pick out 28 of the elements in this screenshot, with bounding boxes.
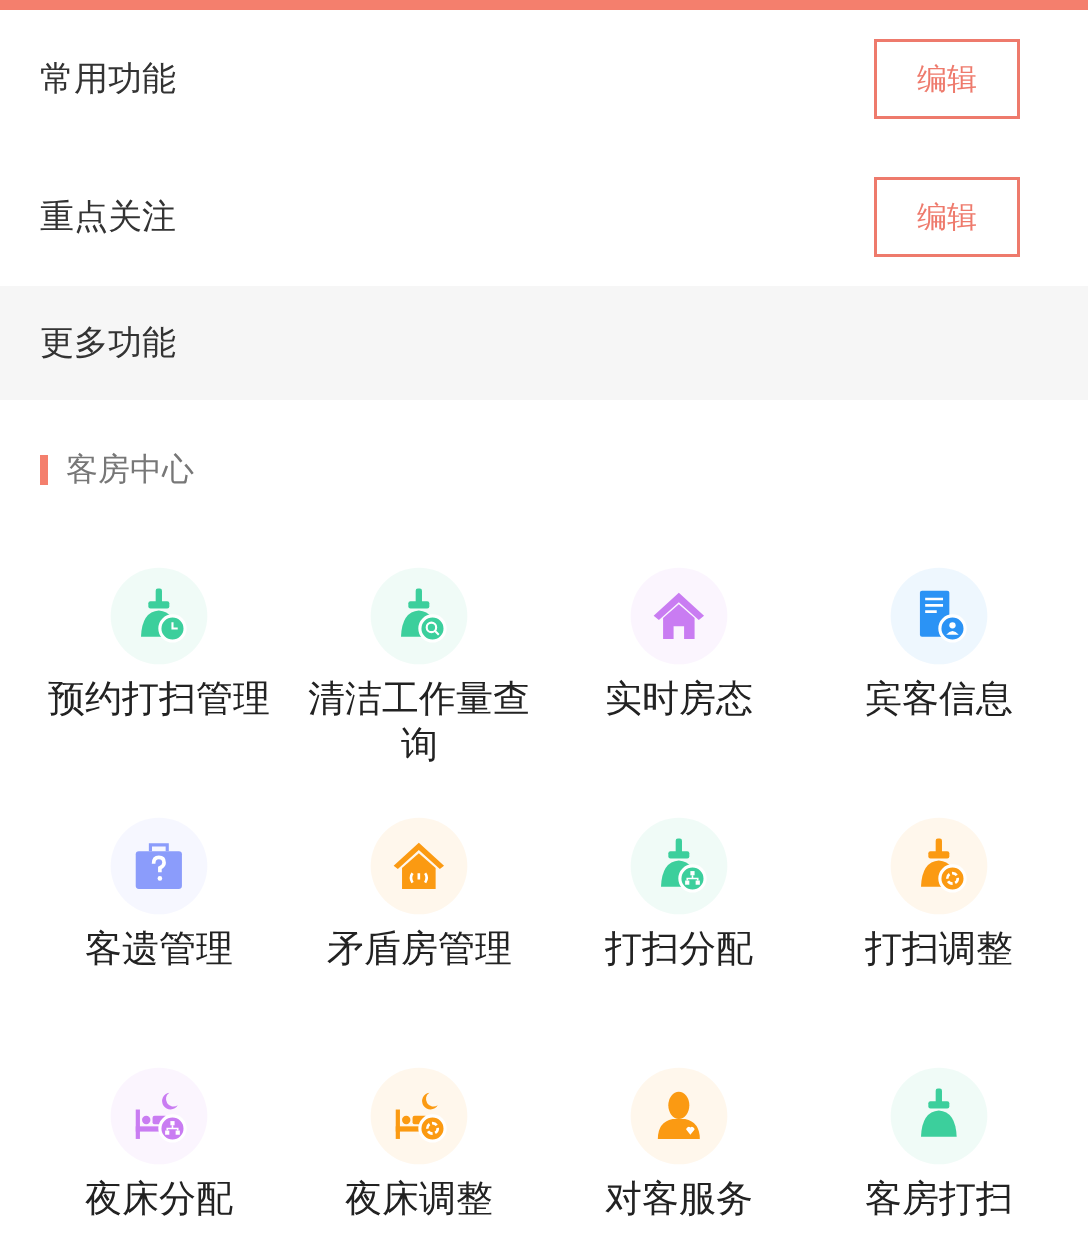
function-label[interactable]: 预约打扫管理 — [48, 676, 270, 722]
group-title: 客房中心 — [66, 449, 194, 490]
house-icon[interactable] — [629, 566, 729, 666]
broom-network-icon[interactable] — [629, 816, 729, 916]
document-person-icon[interactable] — [889, 566, 989, 666]
function-label[interactable]: 打扫调整 — [865, 926, 1013, 972]
broom-clock-icon[interactable] — [109, 566, 209, 666]
function-label[interactable]: 实时房态 — [605, 676, 753, 722]
function-label[interactable]: 矛盾房管理 — [326, 926, 512, 972]
section-title: 重点关注 — [40, 195, 176, 238]
broom-search-icon[interactable] — [369, 566, 469, 666]
briefcase-question-icon[interactable] — [109, 816, 209, 916]
function-label[interactable]: 清洁工作量查询 — [301, 676, 537, 768]
function-label[interactable]: 对客服务 — [605, 1176, 753, 1222]
accent-bar — [40, 455, 48, 485]
section-title: 常用功能 — [40, 57, 176, 100]
function-label[interactable]: 夜床调整 — [345, 1176, 493, 1222]
broom-gear-icon[interactable] — [889, 816, 989, 916]
house-arrows-icon[interactable] — [369, 816, 469, 916]
function-label[interactable]: 夜床分配 — [85, 1176, 233, 1222]
bed-network-icon[interactable] — [109, 1066, 209, 1166]
function-label[interactable]: 客遗管理 — [85, 926, 233, 972]
function-label[interactable]: 打扫分配 — [605, 926, 753, 972]
function-label[interactable]: 宾客信息 — [865, 676, 1013, 722]
broom-icon[interactable] — [889, 1066, 989, 1166]
bed-gear-icon[interactable] — [369, 1066, 469, 1166]
section-title: 更多功能 — [40, 321, 176, 364]
function-label[interactable]: 客房打扫 — [865, 1176, 1013, 1222]
